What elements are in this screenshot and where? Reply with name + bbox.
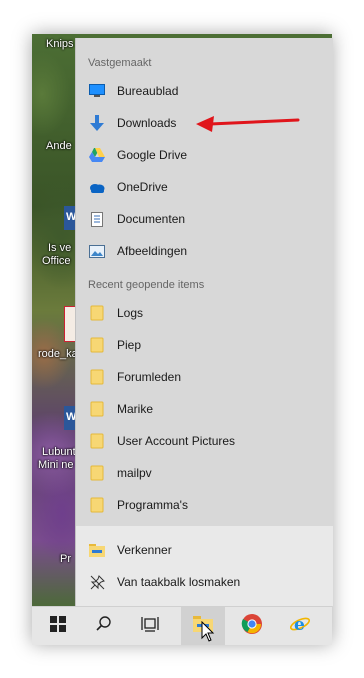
search-button[interactable]	[82, 607, 126, 645]
pinned-item-google-drive[interactable]: Google Drive	[76, 139, 333, 171]
pinned-item-documenten[interactable]: Documenten	[76, 203, 333, 235]
pinned-section-header: Vastgemaakt	[88, 57, 152, 69]
unpin-icon	[89, 574, 105, 590]
jump-list-footer: Verkenner Van taakbalk losmaken	[76, 526, 333, 606]
folder-icon	[89, 369, 105, 385]
folder-icon	[89, 337, 105, 353]
onedrive-cloud-icon	[89, 179, 105, 195]
desktop-label[interactable]: Knips	[46, 38, 74, 51]
file-explorer-taskbar-button[interactable]	[181, 607, 225, 645]
annotation-arrow	[196, 116, 300, 132]
recent-item-user-account-pictures[interactable]: User Account Pictures	[76, 425, 333, 457]
svg-text:e: e	[294, 615, 305, 635]
pictures-icon	[89, 243, 105, 259]
desktop-label[interactable]: rode_ka	[38, 348, 78, 361]
recent-item-marike[interactable]: Marike	[76, 393, 333, 425]
recent-item-logs[interactable]: Logs	[76, 297, 333, 329]
chrome-icon	[241, 613, 263, 640]
task-view-icon	[141, 616, 159, 637]
desktop-label[interactable]: Ande	[46, 140, 72, 153]
internet-explorer-icon: e	[289, 613, 311, 640]
recent-item-forumleden[interactable]: Forumleden	[76, 361, 333, 393]
pinned-item-afbeeldingen[interactable]: Afbeeldingen	[76, 235, 333, 267]
search-icon	[96, 615, 112, 637]
desktop-label[interactable]: Lubunt	[42, 446, 76, 459]
recent-item-mailpv[interactable]: mailpv	[76, 457, 333, 489]
folder-icon	[89, 401, 105, 417]
file-explorer-icon	[89, 542, 105, 558]
recent-section-header: Recent geopende items	[88, 279, 205, 291]
pinned-item-onedrive[interactable]: OneDrive	[76, 171, 333, 203]
start-button[interactable]	[36, 607, 80, 645]
folder-icon	[89, 433, 105, 449]
pinned-item-bureaublad[interactable]: Bureaublad	[76, 75, 333, 107]
desktop-label[interactable]: Office	[42, 255, 71, 268]
folder-icon	[89, 305, 105, 321]
windows-start-icon	[50, 615, 66, 637]
desktop-label[interactable]: Is ve	[48, 242, 71, 255]
unpin-from-taskbar-item[interactable]: Van taakbalk losmaken	[76, 566, 333, 598]
chrome-button[interactable]	[230, 607, 274, 645]
task-view-button[interactable]	[128, 607, 172, 645]
open-file-explorer-item[interactable]: Verkenner	[76, 534, 333, 566]
recent-item-piep[interactable]: Piep	[76, 329, 333, 361]
download-arrow-icon	[89, 115, 105, 131]
taskbar: e	[32, 606, 332, 645]
internet-explorer-button[interactable]: e	[278, 607, 322, 645]
document-icon	[89, 211, 105, 227]
desktop-label[interactable]: Pr	[60, 553, 71, 566]
folder-icon	[89, 465, 105, 481]
folder-icon	[89, 497, 105, 513]
mouse-cursor-icon	[201, 620, 215, 648]
desktop-icon	[89, 83, 105, 99]
desktop-label[interactable]: Mini ne	[38, 459, 73, 472]
google-drive-icon	[89, 147, 105, 163]
recent-item-programmas[interactable]: Programma's	[76, 489, 333, 521]
